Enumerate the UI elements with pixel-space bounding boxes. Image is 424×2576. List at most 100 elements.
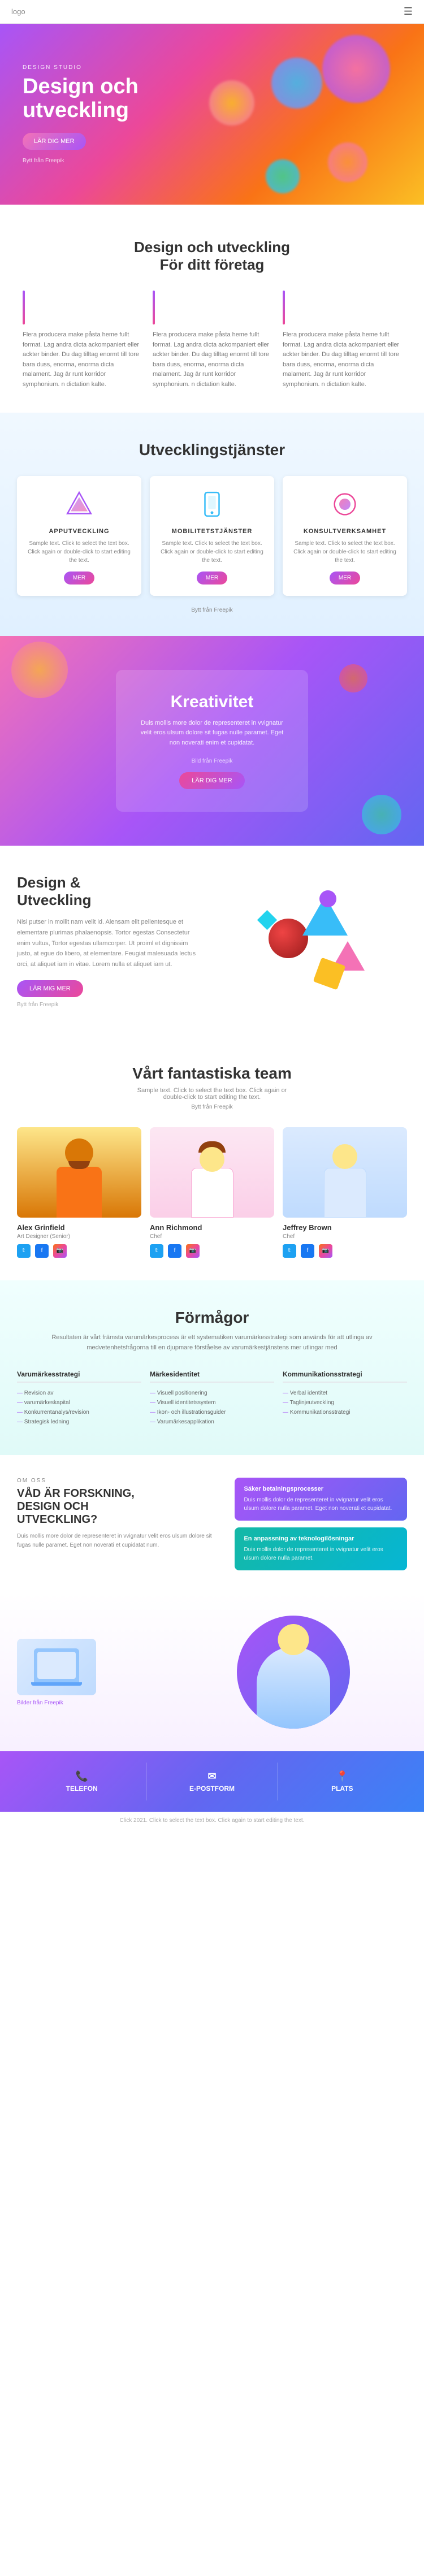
laptop-image	[17, 1639, 96, 1695]
blob-3	[328, 142, 367, 182]
ability-item-1-3: Konkurrentanalys/revision	[17, 1408, 141, 1417]
jeffrey-name: Jeffrey Brown	[283, 1223, 407, 1232]
team-card-ann: Ann Richmond Chef 𝕥 f 📷	[150, 1127, 274, 1258]
card-bar-1	[23, 291, 25, 324]
footer-email-btn[interactable]: ✉ E-POSTFORM	[146, 1763, 276, 1800]
info-box-payment: Säker betalningsprocesser Duis mollis do…	[235, 1478, 407, 1521]
laptop-icon	[34, 1648, 79, 1682]
feature-card-2: Flera producera make påsta heme fullt fo…	[153, 291, 271, 390]
s4-blob-1	[11, 642, 68, 698]
ann-instagram-icon[interactable]: 📷	[186, 1244, 200, 1258]
service-text-1: Sample text. Click to select the text bo…	[25, 539, 133, 565]
bottom-credit: Click 2021. Click to select the text box…	[0, 1812, 424, 1829]
ability-item-2-3: Ikon- och illustrationsguider	[150, 1408, 274, 1417]
ability-item-2-1: Visuell positionering	[150, 1388, 274, 1398]
abilities-section: Förmågor Resultaten är vårt främsta varu…	[0, 1280, 424, 1455]
section2-title: Design och utvecklingFör ditt företag	[23, 239, 401, 274]
info-box-tech-title: En anpassning av teknologilösningar	[244, 1535, 398, 1542]
hero-section: DESIGN STUDIO Design ochutveckling LÄR D…	[0, 24, 424, 205]
design-dev-2-btn[interactable]: LÄR MIG MER	[17, 980, 83, 997]
about-text: Duis mollis more dolor de representeret …	[17, 1532, 223, 1550]
footer-phone-label: TELEFON	[23, 1785, 141, 1793]
geo-purple	[319, 890, 336, 907]
bottom-caption: Bilder från Freepik	[17, 1700, 168, 1706]
card-text-3: Flera producera make påsta heme fullt fo…	[283, 330, 401, 390]
hero-content: DESIGN STUDIO Design ochutveckling LÄR D…	[0, 36, 161, 192]
info-box-tech-text: Duis mollis dolor de representeret in vv…	[244, 1545, 398, 1562]
service-text-3: Sample text. Click to select the text bo…	[291, 539, 399, 565]
creativity-btn[interactable]: LÄR DIG MER	[179, 772, 245, 789]
consult-icon	[328, 487, 362, 521]
ann-socials: 𝕥 f 📷	[150, 1244, 274, 1258]
creativity-title: Kreativitet	[139, 692, 285, 712]
ann-facebook-icon[interactable]: f	[168, 1244, 181, 1258]
feature-card-3: Flera producera make påsta heme fullt fo…	[283, 291, 401, 390]
hero-subtitle: DESIGN STUDIO	[23, 64, 139, 71]
service-btn-2[interactable]: MER	[197, 572, 227, 585]
ability-item-1-2: varumärkeskapital	[17, 1398, 141, 1408]
team-text: Sample text. Click to select the text bo…	[17, 1087, 407, 1101]
blob-5	[209, 80, 254, 125]
ability-col-2: Märkesidentitet Visuell positionering Vi…	[150, 1370, 274, 1427]
service-btn-3[interactable]: MER	[330, 572, 360, 585]
ability-title-1: Varumärkesstrategi	[17, 1370, 141, 1383]
team-card-jeffrey: Jeffrey Brown Chef 𝕥 f 📷	[283, 1127, 407, 1258]
about-title: VÅD ÄR FORSKNING,DESIGN OCHUTVECKLING?	[17, 1487, 223, 1526]
ability-col-3: Kommunikationsstrategi Verbal identitet …	[283, 1370, 407, 1427]
about-label: OM OSS	[17, 1478, 223, 1484]
jeffrey-instagram-icon[interactable]: 📷	[319, 1244, 332, 1258]
bottom-section: Bilder från Freepik	[0, 1593, 424, 1751]
info-box-payment-title: Säker betalningsprocesser	[244, 1486, 398, 1492]
menu-icon[interactable]: ☰	[404, 6, 413, 18]
alex-socials: 𝕥 f 📷	[17, 1244, 141, 1258]
creativity-link: Bild från Freepik	[139, 758, 285, 764]
ability-item-3-1: Verbal identitet	[283, 1388, 407, 1398]
footer-email-label: E-POSTFORM	[153, 1785, 271, 1793]
design-dev-2-section: Design &Utveckling Nisi putser in mollit…	[0, 846, 424, 1036]
laptop-screen	[37, 1652, 76, 1679]
s4-blob-3	[339, 664, 367, 692]
card-bar-2	[153, 291, 155, 324]
mobile-icon	[195, 487, 229, 521]
service-btn-1[interactable]: MER	[64, 572, 94, 585]
navigation: logo ☰	[0, 0, 424, 24]
app-icon	[62, 487, 96, 521]
blob-1	[322, 35, 390, 103]
alex-role: Art Designer (Senior)	[17, 1233, 141, 1240]
creativity-section: Kreativitet Duis mollis more dolor de re…	[0, 636, 424, 846]
ability-item-1-1: Revision av	[17, 1388, 141, 1398]
bottom-left: Bilder från Freepik	[17, 1639, 168, 1706]
jeffrey-facebook-icon[interactable]: f	[301, 1244, 314, 1258]
abilities-grid: Varumärkesstrategi Revision av varumärke…	[17, 1370, 407, 1427]
design-dev-left: Design &Utveckling Nisi putser in mollit…	[17, 874, 204, 1007]
team-section: Vårt fantastiska team Sample text. Click…	[0, 1036, 424, 1280]
hero-cta-button[interactable]: LÄR DIG MER	[23, 133, 86, 150]
abilities-title: Förmågor	[17, 1309, 407, 1327]
jeffrey-socials: 𝕥 f 📷	[283, 1244, 407, 1258]
abilities-text: Resultaten är vårt främsta varumärkespro…	[48, 1332, 376, 1353]
ability-title-2: Märkesidentitet	[150, 1370, 274, 1383]
design-dev-section: Design och utvecklingFör ditt företag Fl…	[0, 205, 424, 413]
team-cards-list: Alex Grinfield Art Designer (Senior) 𝕥 f…	[17, 1127, 407, 1258]
hero-link: Bytt från Freepik	[23, 158, 139, 164]
service-title-2: MOBILITETSTJÄNSTER	[158, 528, 266, 535]
alex-facebook-icon[interactable]: f	[35, 1244, 49, 1258]
ann-role: Chef	[150, 1233, 274, 1240]
feature-cards: Flera producera make påsta heme fullt fo…	[23, 291, 401, 390]
card-text-2: Flera producera make påsta heme fullt fo…	[153, 330, 271, 390]
about-grid: OM OSS VÅD ÄR FORSKNING,DESIGN OCHUTVECK…	[17, 1478, 407, 1570]
footer-phone-btn[interactable]: 📞 TELEFON	[17, 1763, 146, 1800]
bottom-right	[180, 1616, 407, 1729]
ann-twitter-icon[interactable]: 𝕥	[150, 1244, 163, 1258]
feature-card-1: Flera producera make påsta heme fullt fo…	[23, 291, 141, 390]
card-bar-3	[283, 291, 285, 324]
alex-twitter-icon[interactable]: 𝕥	[17, 1244, 31, 1258]
location-icon: 📍	[283, 1770, 401, 1782]
jeffrey-twitter-icon[interactable]: 𝕥	[283, 1244, 296, 1258]
info-box-tech: En anpassning av teknologilösningar Duis…	[235, 1527, 407, 1570]
person-circle	[237, 1616, 350, 1729]
service-card-mobile: MOBILITETSTJÄNSTER Sample text. Click to…	[150, 476, 274, 596]
alex-instagram-icon[interactable]: 📷	[53, 1244, 67, 1258]
footer-location-btn[interactable]: 📍 PLATS	[277, 1763, 407, 1800]
jeffrey-role: Chef	[283, 1233, 407, 1240]
